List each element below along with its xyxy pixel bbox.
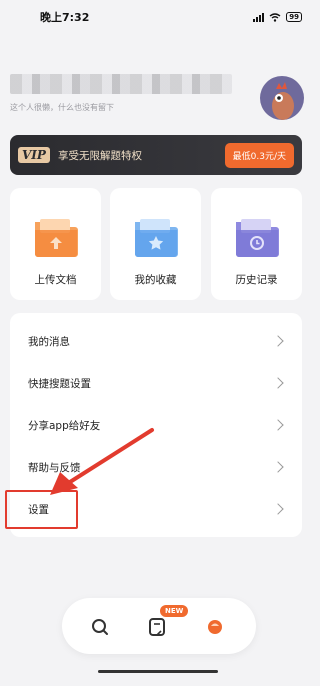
notes-icon[interactable] xyxy=(146,616,168,638)
menu-item-help-feedback[interactable]: 帮助与反馈 xyxy=(10,446,302,488)
menu-item-label: 快捷搜题设置 xyxy=(28,377,91,390)
search-icon[interactable] xyxy=(89,616,111,638)
profile-tab-icon[interactable] xyxy=(204,616,226,638)
vip-banner[interactable]: VIP 享受无限解题特权 最低0.3元/天 xyxy=(10,135,302,175)
profile-bio: 这个人很懒，什么也没有留下 xyxy=(10,103,114,112)
bottom-nav xyxy=(62,598,256,654)
history-folder-icon xyxy=(235,219,279,257)
history-card[interactable]: 历史记录 xyxy=(211,188,302,300)
status-time: 晚上7:32 xyxy=(40,11,90,24)
avatar[interactable] xyxy=(260,76,304,120)
vip-title: 享受无限解题特权 xyxy=(57,149,142,162)
history-label: 历史记录 xyxy=(235,274,278,286)
vip-icon: VIP xyxy=(18,147,50,163)
signal-icon xyxy=(253,12,265,22)
new-badge: NEW xyxy=(160,605,189,617)
menu-item-label: 分享app给好友 xyxy=(28,419,101,432)
chevron-right-icon xyxy=(272,335,284,347)
annotation-highlight-box xyxy=(5,490,78,529)
quick-actions: 上传文档 我的收藏 历史记录 xyxy=(10,188,302,300)
status-bar: 晚上7:32 99 xyxy=(0,0,316,34)
menu-item-messages[interactable]: 我的消息 xyxy=(10,320,302,362)
menu-item-label: 帮助与反馈 xyxy=(28,461,81,474)
favorites-folder-icon xyxy=(134,219,178,257)
home-indicator xyxy=(98,670,218,673)
blurred-username xyxy=(10,74,232,94)
chevron-right-icon xyxy=(272,461,284,473)
upload-folder-icon xyxy=(34,219,78,257)
wifi-icon xyxy=(269,12,281,22)
chevron-right-icon xyxy=(272,503,284,515)
status-icons: 99 xyxy=(253,12,302,22)
menu-item-share-app[interactable]: 分享app给好友 xyxy=(10,404,302,446)
chevron-right-icon xyxy=(272,377,284,389)
vip-price-button[interactable]: 最低0.3元/天 xyxy=(224,142,294,168)
menu-item-quick-search-settings[interactable]: 快捷搜题设置 xyxy=(10,362,302,404)
upload-document-card[interactable]: 上传文档 xyxy=(10,188,101,300)
profile-header[interactable]: 这个人很懒，什么也没有留下 xyxy=(10,70,306,126)
chevron-right-icon xyxy=(272,419,284,431)
battery-icon: 99 xyxy=(286,12,302,22)
favorites-card[interactable]: 我的收藏 xyxy=(110,188,201,300)
menu-item-label: 我的消息 xyxy=(28,335,70,348)
favorites-label: 我的收藏 xyxy=(134,274,177,286)
upload-document-label: 上传文档 xyxy=(34,274,77,286)
